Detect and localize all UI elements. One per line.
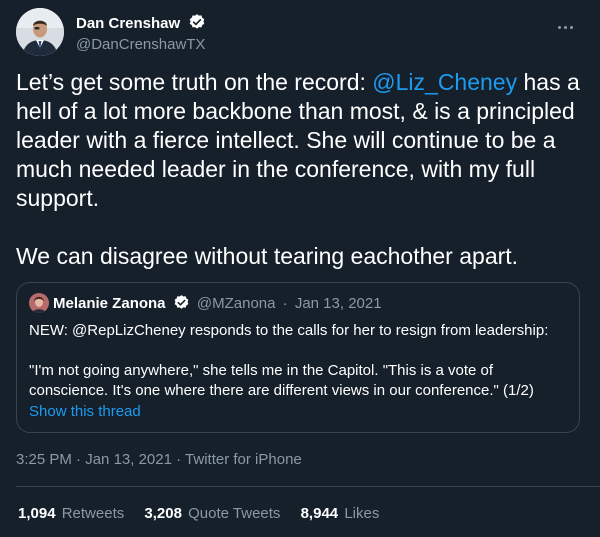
quoted-tweet-header: Melanie Zanona @MZanona · Jan 13, 2021 <box>29 293 382 315</box>
author-avatar[interactable] <box>16 8 64 56</box>
tweet-source[interactable]: Twitter for iPhone <box>185 451 302 468</box>
author-name[interactable]: Dan Crenshaw <box>76 15 180 32</box>
quote-tweets-label: Quote Tweets <box>188 505 281 522</box>
likes-count: 8,944 <box>300 505 339 522</box>
engagement-stats: 1,094 Retweets 3,208 Quote Tweets 8,944 … <box>18 505 395 522</box>
verified-badge-icon <box>173 294 190 315</box>
quote-tweets-stat[interactable]: 3,208 Quote Tweets <box>144 505 280 522</box>
quoted-author-handle: @MZanona <box>196 295 276 312</box>
tweet-metadata: 3:25 PM · Jan 13, 2021 · Twitter for iPh… <box>16 451 302 468</box>
quoted-separator: · <box>282 295 288 312</box>
meta-separator: · <box>176 451 182 468</box>
verified-badge-icon <box>188 13 206 36</box>
tweet-paragraph-1: Let’s get some truth on the record: @Liz… <box>16 68 588 213</box>
divider <box>16 486 600 487</box>
quoted-tweet-text: NEW: @RepLizCheney responds to the calls… <box>29 322 549 399</box>
quote-tweets-count: 3,208 <box>144 505 182 522</box>
quoted-author-name: Melanie Zanona <box>53 295 166 312</box>
tweet-date[interactable]: Jan 13, 2021 <box>85 451 172 468</box>
likes-stat[interactable]: 8,944 Likes <box>301 505 380 522</box>
more-options-icon[interactable] <box>558 16 580 34</box>
quoted-author-avatar <box>29 293 49 313</box>
retweets-count: 1,094 <box>18 505 56 522</box>
mention-link[interactable]: @Liz_Cheney <box>372 69 517 95</box>
tweet-body: Let’s get some truth on the record: @Liz… <box>16 68 588 271</box>
retweets-label: Retweets <box>61 505 125 522</box>
retweets-stat[interactable]: 1,094 Retweets <box>18 505 124 522</box>
author-handle[interactable]: @DanCrenshawTX <box>76 36 205 53</box>
tweet-header: Dan Crenshaw @DanCrenshawTX <box>16 8 584 58</box>
likes-label: Likes <box>344 505 380 522</box>
quoted-date: Jan 13, 2021 <box>294 295 382 312</box>
tweet-time[interactable]: 3:25 PM <box>16 451 72 468</box>
meta-separator: · <box>76 451 82 468</box>
show-thread-link[interactable]: Show this thread <box>29 403 141 420</box>
author-name-row: Dan Crenshaw <box>76 13 206 36</box>
tweet-text-part: Let’s get some truth on the record: <box>16 69 373 95</box>
tweet-paragraph-2: We can disagree without tearing eachothe… <box>16 243 519 269</box>
quoted-tweet-card[interactable]: Melanie Zanona @MZanona · Jan 13, 2021 N… <box>16 282 580 433</box>
